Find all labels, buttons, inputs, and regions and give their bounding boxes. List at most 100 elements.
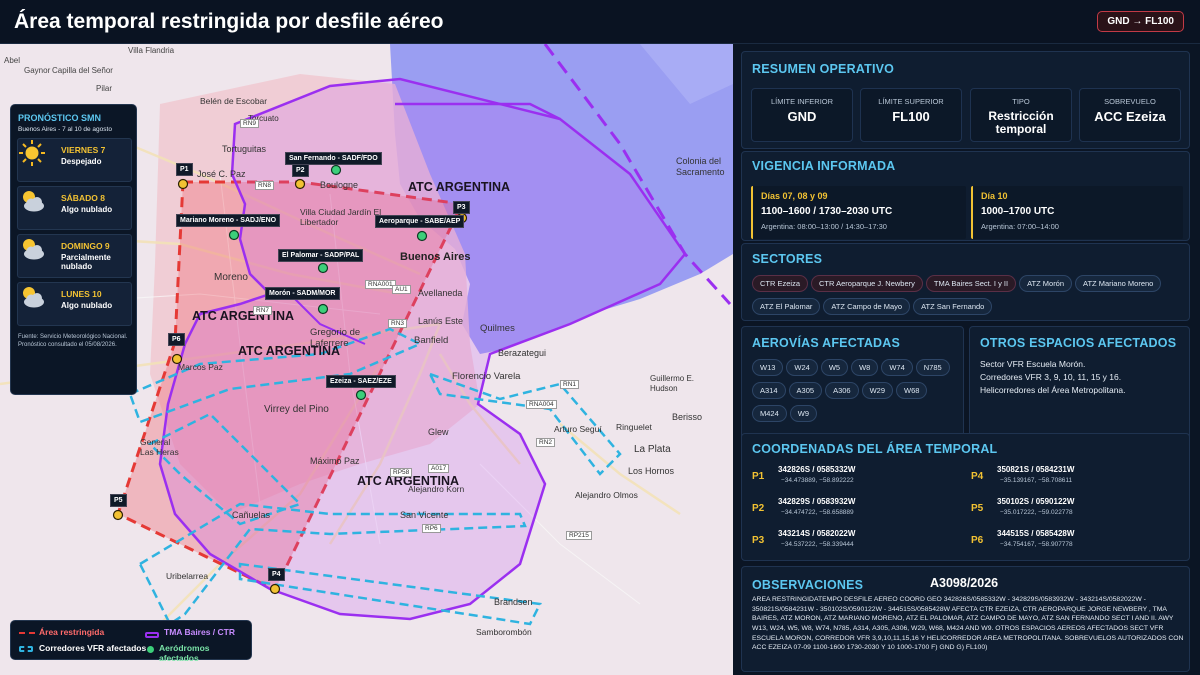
coord-dms: 343214S / 0582022W	[778, 529, 856, 538]
point-label-p1: P1	[176, 163, 193, 176]
header-bar: Área temporal restringida por desfile aé…	[0, 0, 1200, 44]
airway-chip[interactable]: A306	[825, 382, 859, 399]
atc-label: ATC ARGENTINA	[192, 309, 295, 323]
aerodrome-legend-dot	[147, 646, 154, 653]
otros-line: Corredores VFR 3, 9, 10, 11, 15 y 16.	[980, 371, 1122, 382]
coord-decimal: −34.474722, −58.658889	[781, 509, 854, 516]
route-shield: A017	[428, 464, 450, 473]
coord-id: P5	[971, 503, 984, 514]
aerovias-title: AEROVÍAS AFECTADAS	[752, 336, 901, 350]
airway-chip[interactable]: A305	[788, 382, 823, 399]
place-label: Belén de Escobar	[200, 96, 268, 106]
weather-day-name: DOMINGO 9	[61, 241, 110, 251]
airway-chip[interactable]: W68	[896, 382, 928, 399]
weather-title: PRONÓSTICO SMN	[18, 113, 102, 123]
coordenadas-title: COORDENADAS DEL ÁREA TEMPORAL	[752, 442, 998, 456]
airway-chip[interactable]: W13	[752, 359, 784, 376]
vigencia-hours: 1000–1700 UTC	[981, 206, 1055, 217]
map-view[interactable]: ATC ARGENTINA ATC ARGENTINA ATC ARGENTIN…	[0, 44, 733, 675]
place-label: Guillermo E. Hudson	[650, 374, 695, 393]
coord-id: P2	[752, 503, 765, 514]
vfr-legend-swatch	[19, 646, 33, 652]
route-shield: RN1	[560, 380, 580, 389]
page-title: Área temporal restringida por desfile aé…	[14, 9, 444, 33]
sector-chip[interactable]: ATZ Mariano Moreno	[1075, 275, 1162, 292]
place-label: Berisso	[672, 412, 703, 422]
weather-day-name: VIERNES 7	[61, 145, 106, 155]
route-shield: RN7	[253, 306, 273, 315]
coord-decimal: −35.017222, −59.022778	[1000, 509, 1073, 516]
place-label: Lanús Este	[418, 316, 464, 326]
weather-day-name: LUNES 10	[61, 289, 102, 299]
place-label: Cañuelas	[232, 510, 271, 520]
weather-source: Fuente: Servicio Meteorológico Nacional.…	[18, 334, 128, 348]
tma-legend-swatch	[145, 632, 159, 638]
airway-chip[interactable]: W29	[861, 382, 894, 399]
restricted-legend-swatch	[19, 632, 35, 634]
place-label: Arturo Seguí	[554, 424, 602, 434]
sector-chip[interactable]: ATZ El Palomar	[752, 298, 821, 315]
sector-chip[interactable]: ATZ Campo de Mayo	[823, 298, 911, 315]
airway-chip[interactable]: M424	[752, 405, 787, 422]
sector-chip[interactable]: TMA Baires Sect. I y II	[925, 275, 1017, 292]
stat-lower-limit: LÍMITE INFERIOR GND	[751, 88, 853, 142]
airway-chip[interactable]: W24	[786, 359, 818, 376]
aerodrome-label-ezeiza[interactable]: Ezeiza - SAEZ/EZE	[326, 375, 396, 388]
partly-cloudy-icon	[23, 239, 44, 260]
sector-chip[interactable]: ATZ San Fernando	[913, 298, 993, 315]
place-label: Florencio Varela	[452, 371, 521, 382]
place-label: Banfield	[414, 335, 449, 346]
stat-value: GND	[787, 109, 817, 124]
weather-day-card: DOMINGO 9 Parcialmente nublado	[17, 234, 132, 278]
place-label: Berazategui	[498, 348, 547, 358]
aerodrome-label-moron[interactable]: Morón - SADM/MOR	[265, 287, 340, 300]
observaciones-text: AREA RESTRINGIDATEMPO DESFILE AEREO COOR…	[752, 596, 1184, 652]
stat-label: LÍMITE INFERIOR	[770, 97, 834, 106]
sector-chip[interactable]: ATZ Morón	[1019, 275, 1073, 292]
coord-row: P6 344515S / 0585428W −34.754167, −58.90…	[971, 529, 1176, 559]
aerodrome-label-mariano-moreno[interactable]: Mariano Moreno - SADJ/ENO	[176, 214, 281, 227]
coord-decimal: −35.139167, −58.708611	[1000, 477, 1073, 484]
airway-chip[interactable]: W9	[789, 405, 818, 422]
sector-chip[interactable]: CTR Aeroparque J. Newbery	[811, 275, 923, 292]
coord-id: P6	[971, 535, 984, 546]
place-label: Capilla del Señor	[52, 66, 113, 75]
vigencia-block: Días 07, 08 y 09 1100–1600 / 1730–2030 U…	[751, 186, 966, 239]
place-label: Uribelarrea	[166, 571, 209, 581]
route-shield: AU1	[392, 285, 411, 294]
observaciones-card: OBSERVACIONES A3098/2026 AREA RESTRINGID…	[741, 566, 1190, 672]
vigencia-days: Día 10	[981, 191, 1008, 201]
weather-subtitle: Buenos Aires - 7 al 10 de agosto	[18, 126, 112, 133]
aerodrome-label-el-palomar[interactable]: El Palomar - SADP/PAL	[278, 249, 364, 262]
coord-dms: 350102S / 0590122W	[997, 497, 1075, 506]
airway-chip[interactable]: W8	[851, 359, 879, 376]
sector-chip[interactable]: CTR Ezeiza	[752, 275, 809, 292]
observaciones-title: OBSERVACIONES	[752, 578, 864, 592]
coord-dms: 342829S / 0583932W	[778, 497, 856, 506]
weather-day-card: SÁBADO 8 Algo nublado	[17, 186, 132, 230]
airway-chip[interactable]: W5	[820, 359, 849, 376]
point-label-p5: P5	[110, 494, 127, 507]
airway-chip[interactable]: W74	[881, 359, 913, 376]
coord-dms: 342826S / 0585332W	[778, 465, 856, 474]
route-shield: RNA004	[526, 400, 557, 409]
coord-decimal: −34.473889, −58.892222	[781, 477, 854, 484]
coord-id: P3	[752, 535, 765, 546]
stat-label: LÍMITE SUPERIOR	[878, 97, 944, 106]
notam-code: A3098/2026	[930, 576, 999, 590]
route-shield: RN2	[536, 438, 556, 447]
airway-chip[interactable]: A314	[752, 382, 786, 399]
stat-value: ACC Ezeiza	[1094, 109, 1166, 124]
airway-chip[interactable]: N785	[915, 359, 950, 376]
place-label: Alejandro Olmos	[575, 490, 638, 500]
coord-dms: 344515S / 0585428W	[997, 529, 1075, 538]
place-label: Villa Flandria	[128, 46, 175, 55]
place-label: José C. Paz	[197, 169, 246, 179]
sectores-card: SECTORES CTR Ezeiza CTR Aeroparque J. New…	[741, 243, 1190, 321]
map-legend: Área restringida TMA Baires / CTR Corred…	[10, 620, 252, 663]
weather-day-status: Despejado	[61, 157, 102, 166]
point-label-p3: P3	[453, 201, 470, 214]
resumen-card: RESUMEN OPERATIVO LÍMITE INFERIOR GND LÍ…	[741, 51, 1190, 149]
place-label: Avellaneda	[418, 288, 463, 298]
coord-row: P3 343214S / 0582022W −34.537222, −58.33…	[752, 529, 957, 559]
